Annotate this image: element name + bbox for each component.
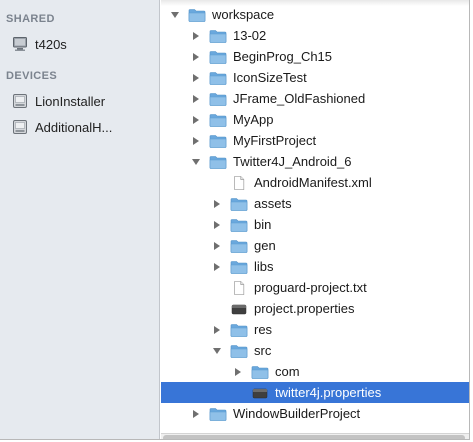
sidebar-item-label: LionInstaller <box>35 93 106 109</box>
folder-row[interactable]: BeginProg_Ch15 <box>161 46 469 67</box>
sidebar-item-label: t420s <box>35 36 67 52</box>
item-label: IconSizeTest <box>233 70 307 85</box>
item-label: JFrame_OldFashioned <box>233 91 366 106</box>
sidebar-header-shared: SHARED <box>6 13 55 25</box>
disclosure-collapsed-icon[interactable] <box>212 220 222 230</box>
file-row[interactable]: twitter4j.properties <box>161 382 469 403</box>
disclosure-collapsed-icon[interactable] <box>212 325 222 335</box>
disclosure-collapsed-icon[interactable] <box>212 199 222 209</box>
disclosure-expanded-icon[interactable] <box>191 157 201 167</box>
folder-icon <box>209 155 227 169</box>
disclosure-collapsed-icon[interactable] <box>191 94 201 104</box>
item-label: com <box>275 364 300 379</box>
folder-row[interactable]: res <box>161 319 469 340</box>
item-label: libs <box>254 259 274 274</box>
folder-row[interactable]: src <box>161 340 469 361</box>
folder-icon <box>230 260 248 274</box>
file-row[interactable]: proguard-project.txt <box>161 277 469 298</box>
disclosure-collapsed-icon[interactable] <box>191 409 201 419</box>
disclosure-expanded-icon[interactable] <box>212 346 222 356</box>
document-icon <box>230 280 248 295</box>
folder-row[interactable]: IconSizeTest <box>161 67 469 88</box>
folder-row[interactable]: com <box>161 361 469 382</box>
properties-file-icon <box>251 386 269 400</box>
folder-icon <box>188 8 206 22</box>
folder-row[interactable]: MyFirstProject <box>161 130 469 151</box>
item-label: res <box>254 322 273 337</box>
file-list: workspace 13-02 BeginProg_Ch15 IconSizeTest… <box>161 0 469 439</box>
folder-icon <box>209 407 227 421</box>
folder-row[interactable]: JFrame_OldFashioned <box>161 88 469 109</box>
sidebar-item-additionalh[interactable]: AdditionalH... <box>12 117 112 137</box>
computer-icon <box>12 36 28 52</box>
sidebar-header-devices: DEVICES <box>6 70 58 82</box>
sidebar: SHARED t420s DEVICES LionInstaller Addit… <box>0 0 160 439</box>
item-label: bin <box>254 217 272 232</box>
folder-icon <box>230 323 248 337</box>
item-label: gen <box>254 238 276 253</box>
folder-icon <box>209 29 227 43</box>
item-label: proguard-project.txt <box>254 280 367 295</box>
item-label: BeginProg_Ch15 <box>233 49 333 64</box>
item-label: WindowBuilderProject <box>233 406 361 421</box>
folder-icon <box>230 239 248 253</box>
disclosure-collapsed-icon[interactable] <box>212 262 222 272</box>
folder-icon <box>251 365 269 379</box>
folder-icon <box>209 113 227 127</box>
folder-icon <box>209 134 227 148</box>
disclosure-collapsed-icon[interactable] <box>191 136 201 146</box>
item-label: MyFirstProject <box>233 133 317 148</box>
disclosure-collapsed-icon[interactable] <box>233 367 243 377</box>
item-label: assets <box>254 196 292 211</box>
sidebar-item-lioninstaller[interactable]: LionInstaller <box>12 91 105 111</box>
folder-row[interactable]: workspace <box>161 4 469 25</box>
disclosure-collapsed-icon[interactable] <box>191 31 201 41</box>
folder-row[interactable]: MyApp <box>161 109 469 130</box>
item-label: Twitter4J_Android_6 <box>233 154 352 169</box>
file-row[interactable]: project.properties <box>161 298 469 319</box>
folder-row[interactable]: assets <box>161 193 469 214</box>
item-label: src <box>254 343 272 358</box>
folder-icon <box>230 218 248 232</box>
item-label: project.properties <box>254 301 355 316</box>
folder-icon <box>209 50 227 64</box>
disclosure-collapsed-icon[interactable] <box>212 241 222 251</box>
disclosure-collapsed-icon[interactable] <box>191 73 201 83</box>
folder-row[interactable]: 13-02 <box>161 25 469 46</box>
folder-icon <box>209 92 227 106</box>
folder-row[interactable]: Twitter4J_Android_6 <box>161 151 469 172</box>
document-icon <box>230 175 248 190</box>
horizontal-scrollbar[interactable] <box>161 433 469 439</box>
folder-row[interactable]: bin <box>161 214 469 235</box>
folder-icon <box>230 197 248 211</box>
properties-file-icon <box>230 302 248 316</box>
folder-icon <box>230 344 248 358</box>
folder-row[interactable]: gen <box>161 235 469 256</box>
folder-row[interactable]: WindowBuilderProject <box>161 403 469 424</box>
sidebar-item-t420s[interactable]: t420s <box>12 34 67 54</box>
scrollbar-thumb[interactable] <box>163 435 465 439</box>
file-row[interactable]: AndroidManifest.xml <box>161 172 469 193</box>
disk-image-icon <box>12 119 28 135</box>
disclosure-collapsed-icon[interactable] <box>191 52 201 62</box>
folder-icon <box>209 71 227 85</box>
item-label: twitter4j.properties <box>275 385 382 400</box>
disclosure-expanded-icon[interactable] <box>170 10 180 20</box>
item-label: AndroidManifest.xml <box>254 175 372 190</box>
finder-window: SHARED t420s DEVICES LionInstaller Addit… <box>0 0 470 440</box>
disk-image-icon <box>12 93 28 109</box>
disclosure-collapsed-icon[interactable] <box>191 115 201 125</box>
folder-row[interactable]: libs <box>161 256 469 277</box>
item-label: workspace <box>212 7 275 22</box>
item-label: 13-02 <box>233 28 267 43</box>
sidebar-item-label: AdditionalH... <box>35 119 113 135</box>
item-label: MyApp <box>233 112 274 127</box>
